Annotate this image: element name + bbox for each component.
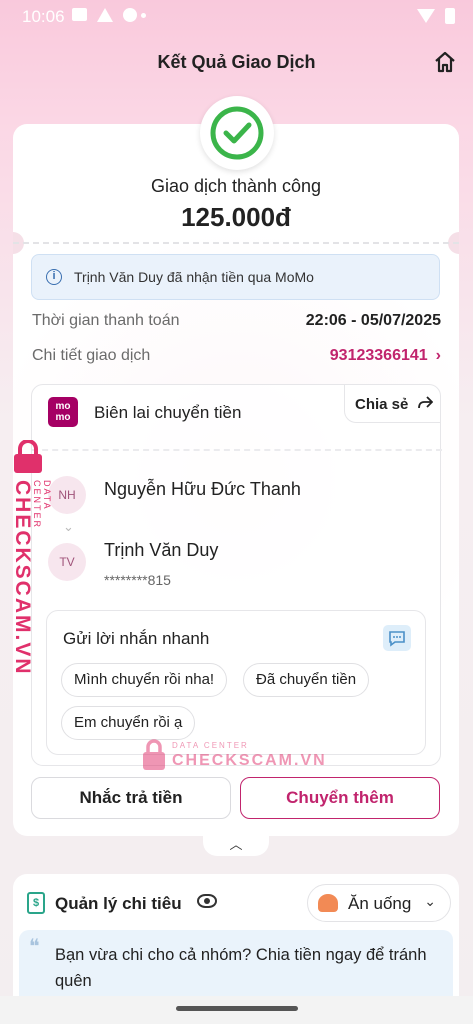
wifi-icon xyxy=(417,9,435,23)
home-icon xyxy=(435,51,455,73)
notification-icons xyxy=(72,8,146,22)
lock-icon xyxy=(14,440,42,473)
dot-icon xyxy=(141,13,146,18)
payment-time-label: Thời gian thanh toán xyxy=(32,312,180,329)
transaction-detail-label: Chi tiết giao dịch xyxy=(32,347,151,364)
share-label: Chia sẻ xyxy=(355,396,409,413)
sender-name: Nguyễn Hữu Đức Thanh xyxy=(104,479,301,499)
info-text: Trịnh Văn Duy đã nhận tiền qua MoMo xyxy=(74,269,314,285)
check-circle-icon xyxy=(210,106,264,160)
chevron-right-icon: › xyxy=(435,347,441,364)
warning-icon xyxy=(97,8,113,22)
quick-message-box: Gửi lời nhắn nhanh Mình chuyển rồi nha! … xyxy=(46,610,426,755)
prompt-text: Bạn vừa chi cho cả nhóm? Chia tiền ngay … xyxy=(55,946,427,990)
lock-icon xyxy=(143,739,165,770)
home-button[interactable] xyxy=(433,50,457,74)
quick-message-title: Gửi lời nhắn nhanh xyxy=(63,629,210,648)
transaction-detail-link[interactable]: 93123366141 › xyxy=(330,347,441,365)
quick-message-chip[interactable]: Mình chuyển rồi nha! xyxy=(61,663,228,697)
payment-time-value: 22:06 - 05/07/2025 xyxy=(305,312,441,329)
transaction-status: Giao dịch thành công xyxy=(150,176,322,196)
watermark-brand: CHECKSCAM.VN xyxy=(11,480,34,676)
eye-icon[interactable] xyxy=(197,894,217,908)
navigation-bar xyxy=(0,996,473,1024)
quote-icon: ❝ xyxy=(29,936,40,958)
receiver-avatar: TV xyxy=(48,543,86,581)
receiver-name: Trịnh Văn Duy xyxy=(104,540,219,560)
status-bar: 10:06 xyxy=(0,0,473,34)
system-icons xyxy=(417,8,455,24)
message-icon xyxy=(72,8,87,21)
divider xyxy=(32,449,442,451)
momo-logo: mo mo xyxy=(48,397,78,427)
receiver-account: ********815 xyxy=(104,572,171,588)
receipt-card: mo mo Biên lai chuyển tiền Chia sẻ NH Ng… xyxy=(31,384,442,766)
circle-icon xyxy=(123,8,137,22)
divider xyxy=(13,242,459,244)
quick-message-chip[interactable]: Đã chuyển tiền xyxy=(243,663,370,697)
page-title: Kết Quả Giao Dịch xyxy=(157,52,316,72)
watermark-sub: DATA CENTER xyxy=(32,480,52,530)
info-banner: i Trịnh Văn Duy đã nhận tiền qua MoMo xyxy=(31,254,440,300)
quick-message-chip[interactable]: Em chuyển rồi ạ xyxy=(61,706,196,740)
transaction-amount: 125.000đ xyxy=(181,202,291,232)
food-icon xyxy=(318,894,338,912)
home-gesture-bar[interactable] xyxy=(176,1006,298,1011)
info-icon: i xyxy=(46,269,62,285)
chevron-down-icon: ⌄ xyxy=(63,519,74,534)
category-select[interactable]: Ăn uống ⌄ xyxy=(307,884,451,922)
battery-icon xyxy=(445,8,455,24)
wallet-icon: $ xyxy=(27,892,45,914)
collapse-button[interactable]: ︿ xyxy=(203,834,269,856)
transfer-more-button[interactable]: Chuyển thêm xyxy=(240,777,440,819)
receipt-title: Biên lai chuyển tiền xyxy=(94,403,242,422)
chat-icon[interactable] xyxy=(383,625,411,651)
momo-logo-text: mo mo xyxy=(55,401,71,423)
status-time: 10:06 xyxy=(22,7,65,26)
transaction-id: 93123366141 xyxy=(329,347,428,364)
remind-payment-button[interactable]: Nhắc trả tiền xyxy=(31,777,231,819)
sender-avatar: NH xyxy=(48,476,86,514)
category-label: Ăn uống xyxy=(348,894,412,913)
watermark-center: DATA CENTER CHECKSCAM.VN xyxy=(140,736,325,776)
chevron-down-icon: ⌄ xyxy=(424,893,436,909)
share-icon xyxy=(417,396,433,409)
chevron-up-icon: ︿ xyxy=(229,837,243,852)
success-badge xyxy=(200,96,274,170)
result-card: Giao dịch thành công 125.000đ i Trịnh Vă… xyxy=(13,124,459,836)
watermark-brand: CHECKSCAM.VN xyxy=(172,752,327,769)
share-button[interactable]: Chia sẻ xyxy=(344,385,440,423)
watermark-sub: DATA CENTER xyxy=(172,741,249,750)
spending-title: Quản lý chi tiêu xyxy=(55,894,182,913)
